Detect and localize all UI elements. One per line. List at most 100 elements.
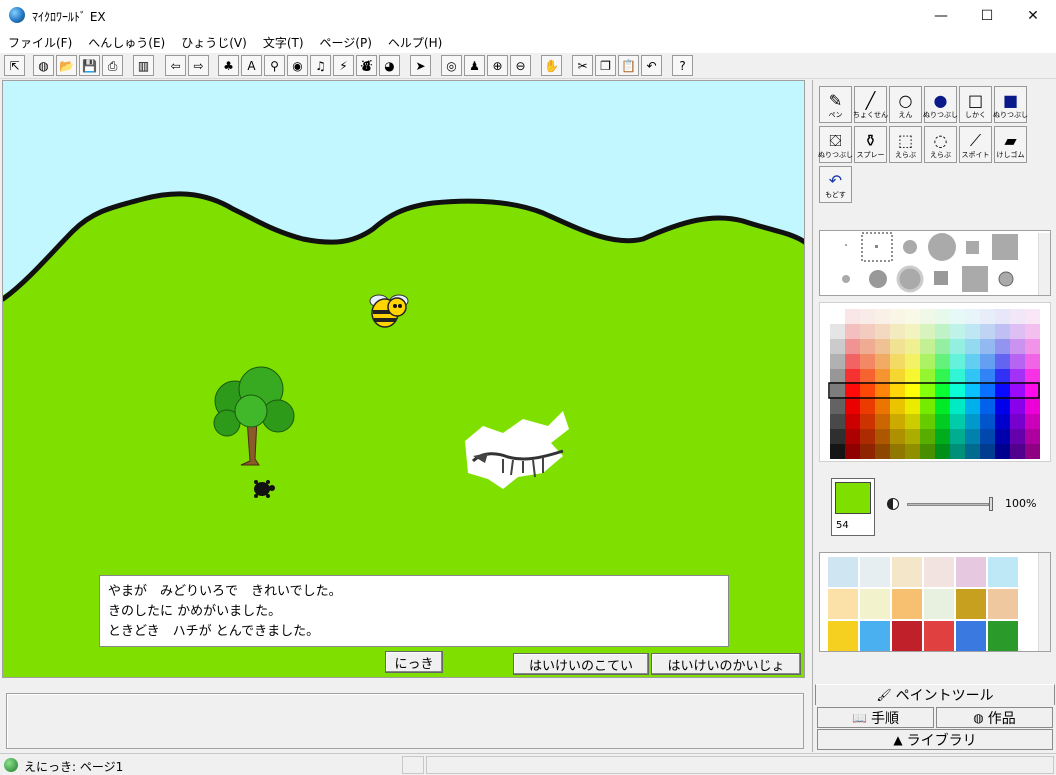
palette-color-cell[interactable] bbox=[1025, 444, 1040, 459]
palette-color-cell[interactable] bbox=[980, 444, 995, 459]
paint-tool-eraser[interactable]: ▰ けしゴム bbox=[994, 126, 1027, 163]
palette-color-cell[interactable] bbox=[890, 429, 905, 444]
cursor-arrow-icon[interactable]: ➤ bbox=[410, 55, 431, 76]
menu-view[interactable]: ひょうじ(V) bbox=[173, 31, 255, 53]
palette-color-cell[interactable] bbox=[965, 384, 980, 399]
palette-color-cell[interactable] bbox=[890, 444, 905, 459]
palette-color-cell[interactable] bbox=[860, 309, 875, 324]
palette-color-cell[interactable] bbox=[890, 414, 905, 429]
character-icon[interactable]: ♣ bbox=[218, 55, 239, 76]
palette-color-cell[interactable] bbox=[830, 324, 845, 339]
world-icon[interactable]: ◍ bbox=[33, 55, 54, 76]
palette-color-cell[interactable] bbox=[860, 399, 875, 414]
palette-color-cell[interactable] bbox=[905, 309, 920, 324]
palette-color-cell[interactable] bbox=[1010, 414, 1025, 429]
pattern-tile[interactable] bbox=[924, 557, 954, 587]
palette-color-cell[interactable] bbox=[1010, 369, 1025, 384]
palette-color-cell[interactable] bbox=[980, 414, 995, 429]
maximize-button[interactable]: ☐ bbox=[964, 0, 1010, 31]
palette-color-cell[interactable] bbox=[875, 354, 890, 369]
palette-color-cell[interactable] bbox=[920, 339, 935, 354]
palette-color-cell[interactable] bbox=[830, 354, 845, 369]
palette-color-cell[interactable] bbox=[995, 339, 1010, 354]
palette-color-cell[interactable] bbox=[845, 399, 860, 414]
palette-color-cell[interactable] bbox=[845, 369, 860, 384]
palette-color-cell[interactable] bbox=[860, 339, 875, 354]
palette-color-cell[interactable] bbox=[1025, 399, 1040, 414]
brush-size-selector[interactable] bbox=[819, 230, 1051, 296]
palette-color-cell[interactable] bbox=[950, 384, 965, 399]
pattern-tile[interactable] bbox=[988, 557, 1018, 587]
palette-color-cell[interactable] bbox=[845, 339, 860, 354]
figure-icon[interactable]: ⚲ bbox=[264, 55, 285, 76]
palette-color-cell[interactable] bbox=[845, 309, 860, 324]
paint-tool-lasso[interactable]: ◌ えらぶ bbox=[924, 126, 957, 163]
palette-color-cell[interactable] bbox=[875, 324, 890, 339]
pointer-icon[interactable]: ⇱ bbox=[4, 55, 25, 76]
palette-color-cell[interactable] bbox=[950, 414, 965, 429]
palette-color-cell[interactable] bbox=[905, 354, 920, 369]
paint-tool-fill-bucket[interactable]: ⛋ ぬりつぶし bbox=[818, 126, 853, 163]
menu-text[interactable]: 文字(T) bbox=[255, 31, 312, 53]
palette-color-cell[interactable] bbox=[875, 339, 890, 354]
palette-color-cell[interactable] bbox=[980, 354, 995, 369]
palette-color-cell[interactable] bbox=[1025, 369, 1040, 384]
palette-color-cell[interactable] bbox=[950, 339, 965, 354]
movie-camera-icon[interactable]: ⛇ bbox=[356, 55, 377, 76]
palette-color-cell[interactable] bbox=[920, 354, 935, 369]
menu-file[interactable]: ファイル(F) bbox=[0, 31, 80, 53]
palette-color-cell[interactable] bbox=[905, 369, 920, 384]
save-icon[interactable]: 💾 bbox=[79, 55, 100, 76]
brush-scrollbar[interactable] bbox=[1038, 233, 1050, 295]
pattern-tile[interactable] bbox=[892, 557, 922, 587]
pattern-tile[interactable] bbox=[860, 557, 890, 587]
palette-color-cell[interactable] bbox=[890, 324, 905, 339]
palette-color-cell[interactable] bbox=[935, 354, 950, 369]
paint-tool-select-rect[interactable]: ⬚ えらぶ bbox=[889, 126, 922, 163]
menu-page[interactable]: ページ(P) bbox=[312, 31, 380, 53]
arrow-right-icon[interactable]: ⇨ bbox=[188, 55, 209, 76]
color-palette[interactable] bbox=[819, 302, 1051, 462]
palette-color-cell[interactable] bbox=[965, 369, 980, 384]
zoom-in-icon[interactable]: ⊕ bbox=[487, 55, 508, 76]
background-fix-button[interactable]: はいけいのこてい bbox=[513, 653, 649, 675]
pattern-tile[interactable] bbox=[828, 621, 858, 651]
palette-color-cell[interactable] bbox=[965, 429, 980, 444]
palette-color-cell[interactable] bbox=[860, 324, 875, 339]
palette-color-cell[interactable] bbox=[860, 369, 875, 384]
close-button[interactable]: ✕ bbox=[1010, 0, 1056, 31]
paint-tool-filled-rect[interactable]: ■ ぬりつぶし bbox=[993, 86, 1028, 123]
palette-color-cell[interactable] bbox=[1010, 429, 1025, 444]
palette-color-cell[interactable] bbox=[830, 309, 845, 324]
tab-works[interactable]: ◍ 作品 bbox=[936, 707, 1053, 728]
palette-color-cell[interactable] bbox=[935, 369, 950, 384]
paint-tool-spray[interactable]: ⚱ スプレー bbox=[854, 126, 887, 163]
opacity-slider-track[interactable] bbox=[907, 503, 989, 506]
palette-color-cell[interactable] bbox=[1025, 384, 1040, 399]
palette-color-cell[interactable] bbox=[1025, 414, 1040, 429]
palette-color-cell[interactable] bbox=[875, 444, 890, 459]
palette-color-cell[interactable] bbox=[890, 399, 905, 414]
paint-tool-rect[interactable]: □ しかく bbox=[959, 86, 992, 123]
palette-color-cell[interactable] bbox=[965, 414, 980, 429]
palette-color-cell[interactable] bbox=[995, 309, 1010, 324]
paint-tool-filled-circle[interactable]: ● ぬりつぶし bbox=[923, 86, 958, 123]
palette-color-cell[interactable] bbox=[905, 339, 920, 354]
tab-paint-tool[interactable]: 🖌 ペイントツール bbox=[815, 684, 1055, 705]
palette-color-cell[interactable] bbox=[965, 444, 980, 459]
palette-color-cell[interactable] bbox=[995, 324, 1010, 339]
pattern-scrollbar[interactable] bbox=[1038, 553, 1050, 651]
palette-color-cell[interactable] bbox=[995, 444, 1010, 459]
palette-color-cell[interactable] bbox=[950, 444, 965, 459]
palette-color-cell[interactable] bbox=[1025, 429, 1040, 444]
palette-color-cell[interactable] bbox=[845, 414, 860, 429]
menu-edit[interactable]: へんしゅう(E) bbox=[80, 31, 173, 53]
palette-color-cell[interactable] bbox=[890, 339, 905, 354]
palette-color-cell[interactable] bbox=[875, 399, 890, 414]
palette-color-cell[interactable] bbox=[965, 309, 980, 324]
palette-color-cell[interactable] bbox=[1010, 309, 1025, 324]
pattern-tile[interactable] bbox=[956, 589, 986, 619]
palette-color-cell[interactable] bbox=[830, 444, 845, 459]
palette-color-cell[interactable] bbox=[980, 309, 995, 324]
palette-color-cell[interactable] bbox=[965, 354, 980, 369]
